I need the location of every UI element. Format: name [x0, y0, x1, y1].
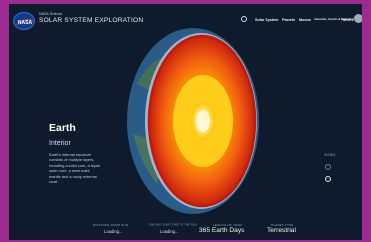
stat-value-planet-type: Terrestrial [267, 227, 296, 234]
inner-core-center [196, 110, 210, 132]
app-frame: NASA NASA Science SOLAR SYSTEM EXPLORATI… [9, 4, 362, 240]
stat-value-distance: Loading... [104, 229, 123, 234]
earth-interior-model[interactable] [127, 24, 259, 214]
nav-item-more[interactable]: MORE [343, 18, 354, 22]
planet-title: Earth [49, 122, 76, 134]
view-toggle-exterior-icon[interactable] [325, 164, 331, 170]
profile-avatar-icon[interactable] [354, 14, 362, 23]
site-title[interactable]: SOLAR SYSTEM EXPLORATION [39, 17, 143, 24]
nav-item-planets[interactable]: Planets [282, 18, 295, 22]
views-label: VIEWS [324, 153, 336, 157]
search-icon[interactable] [241, 16, 247, 22]
nav-item-moons[interactable]: Moons [299, 18, 311, 22]
stat-label-distance: DISTANCE FROM SUN [93, 223, 129, 227]
nav-item-solar-system[interactable]: Solar System [255, 18, 278, 22]
stat-label-light-time: ONE WAY LIGHT TIME TO THE SUN [149, 223, 197, 227]
nasa-logo-icon[interactable]: NASA [13, 12, 35, 30]
svg-text:NASA: NASA [18, 20, 33, 26]
section-title: Interior [49, 140, 71, 147]
brand-subtitle: NASA Science [39, 12, 63, 16]
stat-value-year: 365 Earth Days [199, 227, 245, 234]
section-description: Earth's internal structure consists of m… [49, 152, 100, 185]
view-toggle-interior-icon[interactable] [325, 176, 331, 182]
stat-value-light-time: Loading... [160, 229, 179, 234]
